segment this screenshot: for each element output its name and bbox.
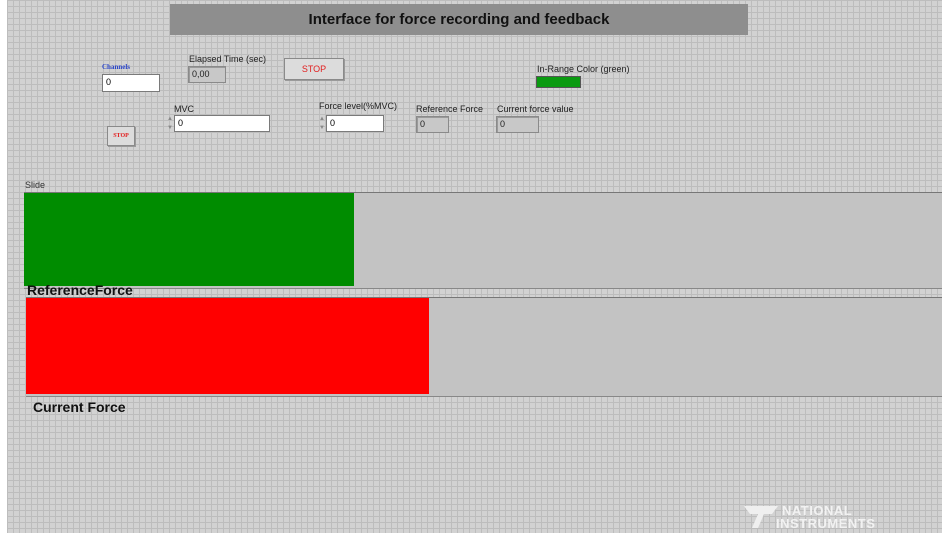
up-arrow-icon[interactable]: ▲ — [167, 115, 173, 123]
mvc-label: MVC — [174, 104, 194, 114]
logo-line1: NATIONAL — [782, 503, 853, 518]
slide-label: Slide — [25, 180, 46, 190]
current-force-value-indicator: 0 — [496, 116, 539, 133]
panel-title-text: Interface for force recording and feedba… — [308, 11, 610, 28]
front-panel: Interface for force recording and feedba… — [7, 0, 942, 533]
down-arrow-icon[interactable]: ▼ — [167, 124, 173, 132]
elapsed-time-indicator: 0,00 — [188, 66, 226, 83]
national-instruments-logo: NATIONAL INSTRUMENTS — [742, 502, 892, 532]
mvc-input[interactable]: 0 — [174, 115, 270, 132]
current-force-slide[interactable] — [26, 297, 942, 397]
ni-eagle-icon — [744, 506, 778, 528]
logo-line2: INSTRUMENTS — [776, 516, 876, 531]
mvc-increment-arrows[interactable]: ▲ ▼ — [167, 115, 173, 132]
up-arrow-icon[interactable]: ▲ — [319, 115, 325, 123]
in-range-color-box[interactable] — [536, 76, 581, 88]
reference-force-indicator: 0 — [416, 116, 449, 133]
stop-button[interactable]: STOP — [284, 58, 344, 80]
current-force-bar-label: Current Force — [33, 399, 126, 415]
force-level-input[interactable]: 0 — [326, 115, 384, 132]
channels-label: Channels — [102, 63, 131, 71]
channels-input[interactable]: 0 — [102, 74, 160, 92]
force-level-label: Force level(%MVC) — [319, 101, 398, 111]
current-force-value-label: Current force value — [497, 104, 574, 114]
in-range-color-label: In-Range Color (green) — [537, 64, 630, 74]
reference-force-slide[interactable] — [24, 192, 942, 289]
down-arrow-icon[interactable]: ▼ — [319, 124, 325, 132]
reference-force-label: Reference Force — [416, 104, 484, 114]
stop-small-button[interactable]: STOP — [107, 126, 135, 146]
reference-force-fill — [24, 193, 355, 286]
force-level-increment-arrows[interactable]: ▲ ▼ — [319, 115, 325, 132]
stop-button-label: STOP — [301, 64, 327, 74]
stop-small-button-label: STOP — [113, 133, 129, 139]
current-force-fill — [26, 298, 430, 394]
panel-title: Interface for force recording and feedba… — [170, 4, 748, 35]
elapsed-time-label: Elapsed Time (sec) — [189, 54, 267, 64]
reference-force-bar-label: ReferenceForce — [27, 282, 133, 298]
